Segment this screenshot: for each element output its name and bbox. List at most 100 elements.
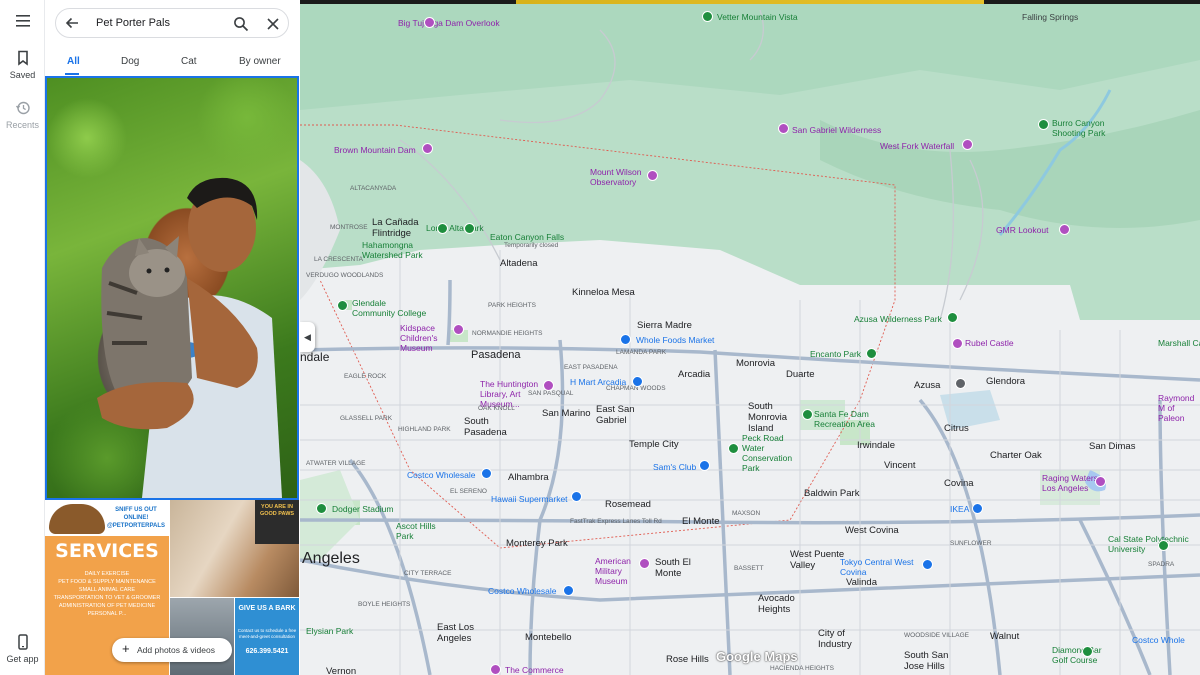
tab-all[interactable]: All	[67, 56, 80, 67]
map-label[interactable]: Tokyo Central West Covina	[840, 557, 922, 577]
park-pin[interactable]	[802, 409, 813, 420]
search-input[interactable]: Pet Porter Pals	[96, 17, 170, 29]
search-icon[interactable]	[233, 16, 249, 37]
map-label[interactable]: GMR Lookout	[996, 225, 1048, 235]
map-label[interactable]: Mount Wilson Observatory	[590, 167, 654, 187]
tab-cat[interactable]: Cat	[181, 56, 197, 67]
map-label: Glendora	[986, 376, 1026, 387]
poi-pin[interactable]	[422, 143, 433, 154]
shop-pin[interactable]	[481, 468, 492, 479]
poi-pin[interactable]	[639, 558, 650, 569]
poi-pin[interactable]	[952, 338, 963, 349]
map-label[interactable]: Santa Fe Dam Recreation Area	[814, 409, 884, 429]
map-label[interactable]: San Gabriel Wilderness	[792, 125, 881, 135]
park-pin[interactable]	[702, 11, 713, 22]
bark-body: Contact us to schedule a free meet-and-g…	[237, 628, 297, 639]
photo-owner[interactable]	[170, 598, 234, 675]
poi-pin[interactable]	[647, 170, 658, 181]
park-pin[interactable]	[437, 223, 448, 234]
back-icon[interactable]	[64, 15, 80, 36]
shop-pin[interactable]	[571, 491, 582, 502]
map-label[interactable]: Costco Wholesale	[407, 470, 476, 480]
park-pin[interactable]	[464, 223, 475, 234]
map-label[interactable]: Dodger Stadium	[332, 504, 393, 514]
map-label[interactable]: Costco Whole	[1132, 635, 1185, 645]
plus-icon: +	[122, 641, 130, 656]
add-photos-button[interactable]: + Add photos & videos	[112, 638, 232, 662]
shop-pin[interactable]	[972, 503, 983, 514]
map-label[interactable]: Azusa Wilderness Park	[854, 314, 942, 324]
map-canvas[interactable]: Big Tujunga Dam Overlook Vetter Mountain…	[300, 0, 1200, 675]
map-label[interactable]: Encanto Park	[810, 349, 861, 359]
map-label[interactable]: Peck Road Water Conservation Park	[742, 433, 798, 473]
map-label[interactable]: Hahamongna Watershed Park	[362, 240, 440, 260]
photo-give-us-a-bark[interactable]: GIVE US A BARK Contact us to schedule a …	[235, 598, 299, 675]
side-panel: Pet Porter Pals All Dog Cat By owner SNI…	[45, 0, 300, 675]
park-pin[interactable]	[316, 503, 327, 514]
map-label[interactable]: Elysian Park	[306, 626, 353, 636]
map-label[interactable]: Eaton Canyon Falls	[490, 232, 564, 242]
flyer-line: PET FOOD & SUPPLY MAINTENANCE	[58, 579, 156, 585]
shop-pin[interactable]	[699, 460, 710, 471]
recents-button[interactable]: Recents	[0, 100, 45, 130]
map-label[interactable]: Big Tujunga Dam Overlook	[398, 18, 500, 28]
park-pin[interactable]	[1082, 646, 1093, 657]
map-label: BASSETT	[734, 565, 764, 572]
map-label[interactable]: IKEA	[950, 504, 969, 514]
shop-pin[interactable]	[922, 559, 933, 570]
poi-pin[interactable]	[1059, 224, 1070, 235]
shop-pin[interactable]	[620, 334, 631, 345]
map-label[interactable]: Costco Wholesale	[488, 586, 557, 596]
poi-pin[interactable]	[453, 324, 464, 335]
search-box[interactable]: Pet Porter Pals	[55, 8, 289, 38]
map-label[interactable]: Kidspace Children's Museum	[400, 323, 460, 353]
poi-pin[interactable]	[490, 664, 501, 675]
map-label: Citrus	[944, 423, 969, 434]
map-label: Baldwin Park	[804, 488, 860, 499]
poi-pin[interactable]	[424, 17, 435, 28]
bark-title: GIVE US A BARK	[238, 605, 296, 612]
tab-dog[interactable]: Dog	[121, 56, 139, 67]
map-label[interactable]: Rubel Castle	[965, 338, 1014, 348]
flyer-header-text: SNIFF US OUT ONLINE!	[115, 507, 157, 521]
map-label[interactable]: Brown Mountain Dam	[334, 145, 416, 155]
place-pin[interactable]	[955, 378, 966, 389]
map-label[interactable]: Hawaii Supermarket	[491, 494, 568, 504]
collapse-panel-button[interactable]: ◀	[300, 322, 315, 352]
park-pin[interactable]	[866, 348, 877, 359]
park-pin[interactable]	[337, 300, 348, 311]
map-label[interactable]: West Fork Waterfall	[880, 141, 954, 151]
map-label[interactable]: Whole Foods Market	[636, 335, 714, 345]
map-label[interactable]: Cal State Polytechnic University	[1108, 534, 1200, 554]
tab-by-owner[interactable]: By owner	[239, 56, 281, 67]
map-label[interactable]: Glendale Community College	[352, 298, 430, 318]
menu-button[interactable]	[0, 14, 45, 32]
park-pin[interactable]	[1038, 119, 1049, 130]
map-label[interactable]: Raymond M of Paleon	[1158, 393, 1200, 423]
park-pin[interactable]	[947, 312, 958, 323]
saved-button[interactable]: Saved	[0, 50, 45, 80]
map-label[interactable]: Raging Waters Los Angeles	[1042, 473, 1098, 493]
poi-pin[interactable]	[1095, 476, 1106, 487]
poi-pin[interactable]	[962, 139, 973, 150]
close-icon[interactable]	[265, 16, 281, 37]
map-label[interactable]: Burro Canyon Shooting Park	[1052, 118, 1127, 138]
map-label[interactable]: Sam's Club	[653, 462, 696, 472]
shop-pin[interactable]	[632, 376, 643, 387]
map-label[interactable]: Ascot Hills Park	[396, 521, 441, 541]
poi-pin[interactable]	[778, 123, 789, 134]
get-app-button[interactable]: Get app	[0, 634, 45, 664]
park-pin[interactable]	[1158, 540, 1169, 551]
map-label[interactable]: The Commerce	[505, 665, 564, 675]
left-rail: Saved Recents Get app	[0, 0, 45, 675]
flyer-header: SNIFF US OUT ONLINE! @PETPORTERPALS	[103, 506, 169, 530]
map-label[interactable]: Marshall Canyon	[1158, 338, 1200, 348]
map-label: Angeles	[302, 550, 360, 567]
poi-pin[interactable]	[543, 380, 554, 391]
park-pin[interactable]	[728, 443, 739, 454]
photo-main[interactable]	[45, 76, 299, 500]
map-label: LAMANDA PARK	[616, 349, 667, 356]
photo-good-paws[interactable]: YOU ARE IN GOOD PAWS	[170, 500, 299, 597]
shop-pin[interactable]	[563, 585, 574, 596]
map-label[interactable]: Vetter Mountain Vista	[717, 12, 798, 22]
